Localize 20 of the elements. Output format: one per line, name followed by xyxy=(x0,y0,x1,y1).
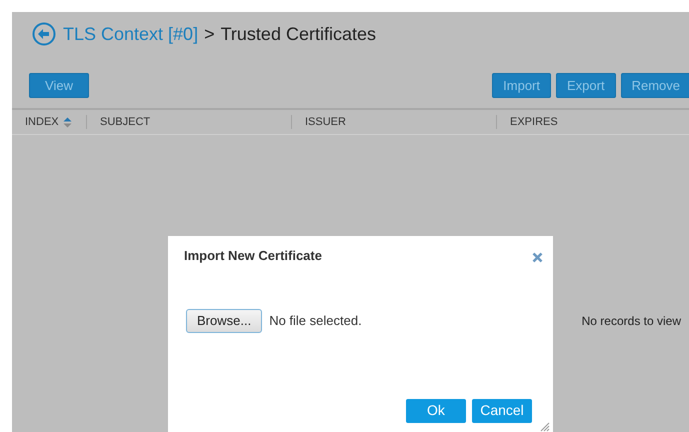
dialog-title: Import New Certificate xyxy=(184,247,322,265)
close-icon[interactable] xyxy=(532,252,543,263)
breadcrumb-separator: > xyxy=(204,22,215,46)
toolbar-button[interactable]: Remove xyxy=(620,73,689,98)
browse-button[interactable]: Browse... xyxy=(186,308,262,332)
resize-handle-icon[interactable] xyxy=(540,422,550,432)
page-title: Trusted Certificates xyxy=(220,22,376,46)
dialog-button[interactable]: Cancel xyxy=(472,398,532,422)
file-status: No file selected. xyxy=(269,312,362,330)
column-header[interactable]: SUBJECT xyxy=(100,114,150,130)
column-header[interactable]: EXPIRES xyxy=(510,114,558,130)
toolbar-button[interactable]: Export xyxy=(556,73,616,98)
breadcrumb-link[interactable]: TLS Context [#0] xyxy=(63,20,198,48)
toolbar-button[interactable]: View xyxy=(29,73,89,98)
column-header[interactable]: INDEX xyxy=(25,114,59,130)
sort-icon[interactable] xyxy=(62,116,72,128)
toolbar-button[interactable]: Import xyxy=(492,73,551,98)
dialog-button[interactable]: Ok xyxy=(406,398,466,422)
column-header[interactable]: ISSUER xyxy=(305,114,346,130)
empty-message: No records to view xyxy=(582,313,681,330)
